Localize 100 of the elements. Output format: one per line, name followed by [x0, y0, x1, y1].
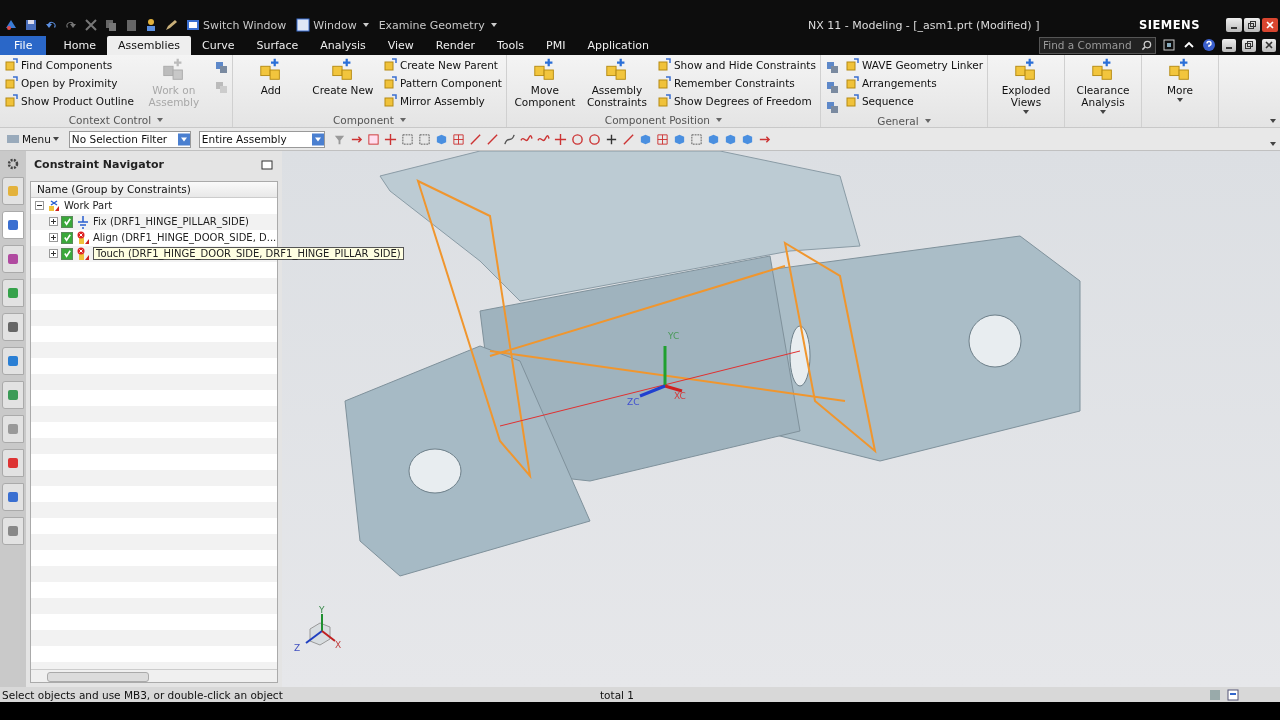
ribbon-command[interactable]: Find Components — [4, 57, 134, 74]
app-logo-icon[interactable] — [4, 18, 18, 33]
expand-icon[interactable] — [49, 233, 58, 243]
scrollbar-thumb[interactable] — [47, 671, 149, 682]
ribbon-command[interactable]: Show Degrees of Freedom — [656, 93, 816, 110]
line-icon[interactable] — [621, 132, 635, 146]
ribbon-large-button[interactable]: Clearance Analysis — [1069, 57, 1137, 128]
ribbon-command[interactable]: Mirror Assembly — [382, 93, 502, 110]
checkbox[interactable] — [61, 215, 73, 228]
resource-bar-tab[interactable] — [2, 482, 24, 511]
circle-icon[interactable] — [587, 132, 601, 146]
ribbon-tab[interactable]: Home — [52, 36, 107, 56]
ribbon-command[interactable]: Remember Constraints — [656, 75, 816, 92]
column-header[interactable]: Name (Group by Constraints) — [31, 181, 277, 198]
cube-icon[interactable] — [723, 132, 737, 146]
ribbon-tab[interactable]: View — [376, 36, 425, 56]
resource-bar-tab[interactable] — [2, 448, 24, 477]
command-search-field[interactable]: Find a Command — [1039, 36, 1156, 54]
minimize-button[interactable] — [1226, 18, 1242, 33]
switch-window-button[interactable]: Switch Window — [184, 18, 289, 33]
selection-filter-dropdown[interactable]: No Selection Filter — [68, 130, 191, 148]
caret-icon[interactable] — [157, 118, 164, 123]
expand-icon[interactable] — [49, 217, 58, 227]
resource-bar-tab[interactable] — [2, 414, 24, 443]
caret-icon[interactable] — [924, 118, 931, 123]
tree-item[interactable]: Align (DRF1_HINGE_DOOR_SIDE, D... — [93, 232, 277, 244]
minimize-button[interactable] — [1222, 38, 1236, 52]
window-menu[interactable]: Window — [294, 18, 371, 33]
pencil-icon[interactable] — [164, 18, 178, 33]
resource-bar-tab[interactable] — [2, 244, 24, 273]
fit-view-icon[interactable] — [1162, 38, 1176, 53]
cross-icon[interactable] — [553, 132, 567, 146]
blocks-icon[interactable] — [213, 60, 228, 75]
ribbon-large-button[interactable]: Exploded Views — [992, 57, 1060, 128]
ribbon-large-button[interactable]: Move Component — [510, 57, 579, 114]
line-icon[interactable] — [485, 132, 499, 146]
curve-icon[interactable] — [502, 132, 516, 146]
box-icon[interactable] — [689, 132, 703, 146]
ribbon-tab[interactable]: Analysis — [309, 36, 377, 56]
ribbon-tab[interactable]: Surface — [245, 36, 310, 56]
save-icon[interactable] — [24, 18, 38, 33]
blocks-icon[interactable] — [824, 60, 839, 75]
ribbon-large-button[interactable]: Add — [236, 57, 305, 114]
window-icon[interactable] — [1226, 687, 1240, 702]
ribbon-command[interactable]: WAVE Geometry Linker — [844, 57, 983, 74]
line-icon[interactable] — [468, 132, 482, 146]
resource-bar-tab[interactable] — [2, 380, 24, 409]
cube-icon[interactable] — [638, 132, 652, 146]
plus-icon[interactable] — [604, 132, 618, 146]
caret-icon[interactable] — [399, 118, 406, 123]
box-icon[interactable] — [400, 132, 414, 146]
copy-icon[interactable] — [104, 18, 118, 33]
cross-icon[interactable] — [383, 132, 397, 146]
ribbon-command[interactable]: Pattern Component — [382, 75, 502, 92]
caret-icon[interactable] — [1270, 141, 1276, 146]
cube-icon[interactable] — [706, 132, 720, 146]
menu-button[interactable]: Menu — [6, 132, 59, 146]
examine-geometry-button[interactable]: Examine Geometry — [376, 18, 499, 32]
ribbon-command[interactable]: Arrangements — [844, 75, 983, 92]
box-icon[interactable] — [417, 132, 431, 146]
ribbon-command[interactable]: Show and Hide Constraints — [656, 57, 816, 74]
tree-item[interactable]: Fix (DRF1_HINGE_PILLAR_SIDE) — [93, 216, 249, 228]
resource-bar-tab[interactable] — [2, 312, 24, 341]
checkbox[interactable] — [61, 247, 73, 260]
expand-icon[interactable] — [49, 249, 58, 259]
ribbon-command[interactable]: Show Product Outline — [4, 93, 134, 110]
ribbon-command[interactable]: Create New Parent — [382, 57, 502, 74]
ribbon-tab[interactable]: PMI — [535, 36, 577, 56]
resource-bar-tab[interactable] — [2, 346, 24, 375]
circle-icon[interactable] — [570, 132, 584, 146]
ribbon-tab[interactable]: Curve — [191, 36, 246, 56]
close-button[interactable] — [1262, 18, 1278, 33]
resource-bar-tab[interactable] — [2, 516, 24, 545]
ribbon-tab[interactable]: Render — [424, 36, 486, 56]
collapse-icon[interactable] — [35, 201, 44, 211]
restore-button[interactable] — [1244, 18, 1260, 33]
restore-button[interactable] — [1242, 38, 1256, 52]
checkbox[interactable] — [61, 231, 73, 244]
help-icon[interactable] — [1202, 38, 1216, 53]
grid-icon[interactable] — [655, 132, 669, 146]
ribbon-command[interactable]: Open by Proximity — [4, 75, 134, 92]
ribbon-tab[interactable]: Tools — [485, 36, 536, 56]
settings-icon[interactable] — [6, 156, 20, 171]
resource-bar-tab[interactable] — [2, 278, 24, 307]
close-button[interactable] — [1262, 38, 1276, 52]
snap-icon[interactable] — [366, 132, 380, 146]
ribbon-large-button[interactable]: Assembly Constraints — [582, 57, 651, 114]
ribbon-large-button[interactable]: More — [1146, 57, 1214, 128]
ribbon-tab[interactable]: File — [0, 36, 47, 56]
caret-icon[interactable] — [716, 118, 722, 123]
blocks-icon[interactable] — [824, 100, 839, 115]
cube-icon[interactable] — [740, 132, 754, 146]
grid-icon[interactable] — [451, 132, 465, 146]
ribbon-tab[interactable]: Assemblies — [106, 36, 191, 56]
ribbon-command[interactable]: Sequence — [844, 93, 983, 110]
cube-icon[interactable] — [672, 132, 686, 146]
resource-bar-tab[interactable] — [2, 210, 24, 239]
assembly-scope-dropdown[interactable]: Entire Assembly — [198, 130, 325, 148]
cube-icon[interactable] — [434, 132, 448, 146]
tree-item[interactable]: Work Part — [64, 200, 113, 212]
